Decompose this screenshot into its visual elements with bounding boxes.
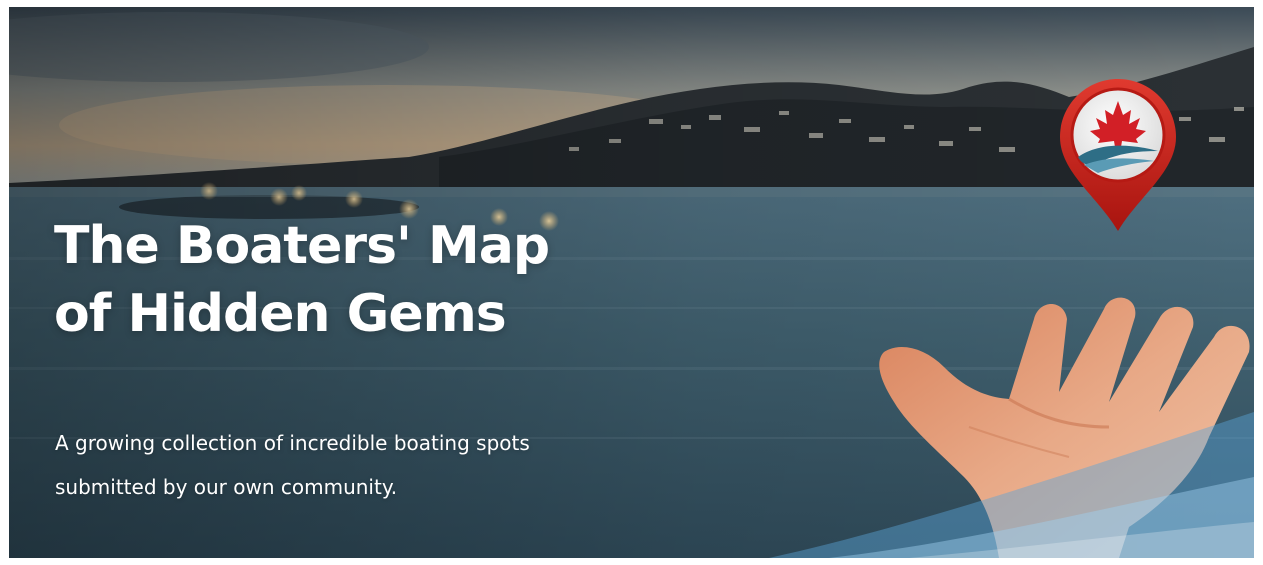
hero-title-line-2: of Hidden Gems (54, 284, 507, 344)
hero-subtitle-line-1: A growing collection of incredible boati… (55, 431, 530, 455)
hero-title: The Boaters' Map of Hidden Gems (54, 212, 674, 348)
maple-leaf-map-pin-icon (1060, 79, 1176, 231)
hero-banner: The Boaters' Map of Hidden Gems A growin… (9, 7, 1254, 558)
hero-title-line-1: The Boaters' Map (54, 216, 550, 276)
hero-subtitle-line-2: submitted by our own community. (55, 475, 398, 499)
hero-subtitle: A growing collection of incredible boati… (55, 421, 655, 509)
